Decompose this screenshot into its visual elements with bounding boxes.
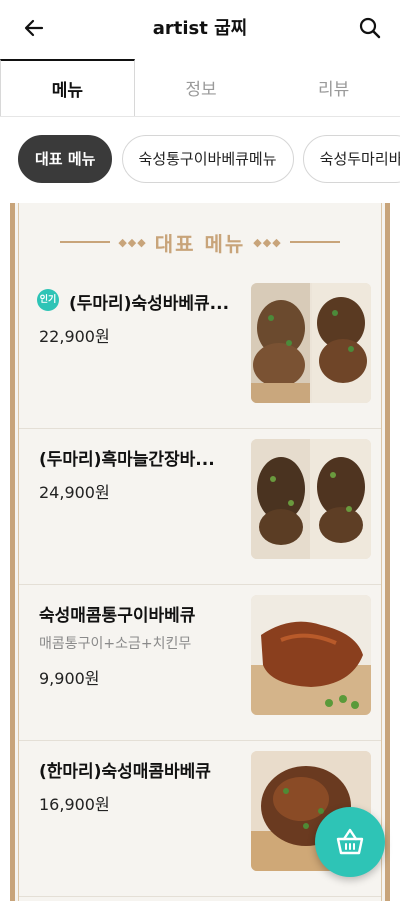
search-icon — [359, 17, 381, 39]
tab-reviews[interactable]: 리뷰 — [267, 59, 400, 116]
basket-icon — [336, 828, 364, 855]
menu-item-price: 9,900원 — [39, 669, 100, 688]
board-heading: ◆◆◆ 대표 메뉴 ◆◆◆ — [19, 225, 381, 259]
category-chips: 대표 메뉴 숙성통구이바베큐메뉴 숙성두마리바 — [0, 117, 400, 202]
chip-aged-roast-bbq[interactable]: 숙성통구이바베큐메뉴 — [121, 135, 294, 183]
menu-item-name: (한마리)숙성매콤바베큐 — [39, 762, 211, 782]
menu-item-photo — [251, 595, 371, 715]
menu-item[interactable]: (두마리)흑마늘간장바... 24,900원 — [19, 429, 381, 585]
page-title: artist 굽찌 — [152, 18, 248, 39]
menu-item-photo — [251, 283, 371, 403]
menu-item-price: 22,900원 — [39, 327, 110, 346]
menu-item-name: (두마리)흑마늘간장바... — [39, 450, 215, 470]
popular-badge: 인기 — [37, 289, 59, 311]
tab-info[interactable]: 정보 — [135, 59, 268, 116]
cart-button[interactable] — [315, 807, 385, 877]
menu-item[interactable]: 숙성매콤통구이바베큐 매콤통구이+소금+치킨무 9,900원 — [19, 585, 381, 741]
search-button[interactable] — [354, 12, 386, 44]
ornament-line-right — [289, 241, 340, 243]
board-heading-text: 대표 메뉴 — [154, 231, 246, 256]
menu-item-name: 숙성매콤통구이바베큐 — [39, 606, 196, 626]
ornament-diamonds-right: ◆◆◆ — [253, 235, 282, 249]
ornament-line-left — [60, 241, 111, 243]
featured-menu-board: ◆◆◆ 대표 메뉴 ◆◆◆ 인기 (두마리)숙성바베큐... 22,900원 (… — [10, 203, 390, 901]
chip-featured-menu[interactable]: 대표 메뉴 — [18, 135, 113, 183]
menu-item[interactable]: 인기 (두마리)숙성바베큐... 22,900원 — [19, 273, 381, 429]
app-screen: artist 굽찌 메뉴 정보 리뷰 대표 메뉴 숙성통구이바베큐메뉴 숙성두마… — [0, 0, 400, 901]
ornament-diamonds-left: ◆◆◆ — [118, 235, 147, 249]
menu-item-description: 매콤통구이+소금+치킨무 — [39, 636, 192, 652]
menu-item-photo — [251, 439, 371, 559]
tab-menu[interactable]: 메뉴 — [0, 59, 135, 116]
board-frame: ◆◆◆ 대표 메뉴 ◆◆◆ 인기 (두마리)숙성바베큐... 22,900원 (… — [18, 203, 382, 901]
menu-item-price: 24,900원 — [39, 483, 110, 502]
menu-item-price: 16,900원 — [39, 795, 110, 814]
tab-bar: 메뉴 정보 리뷰 — [0, 59, 400, 117]
menu-item-name: (두마리)숙성바베큐... — [69, 294, 230, 314]
chip-aged-two-chicken-bbq[interactable]: 숙성두마리바 — [302, 135, 400, 183]
top-bar: artist 굽찌 — [0, 0, 400, 56]
